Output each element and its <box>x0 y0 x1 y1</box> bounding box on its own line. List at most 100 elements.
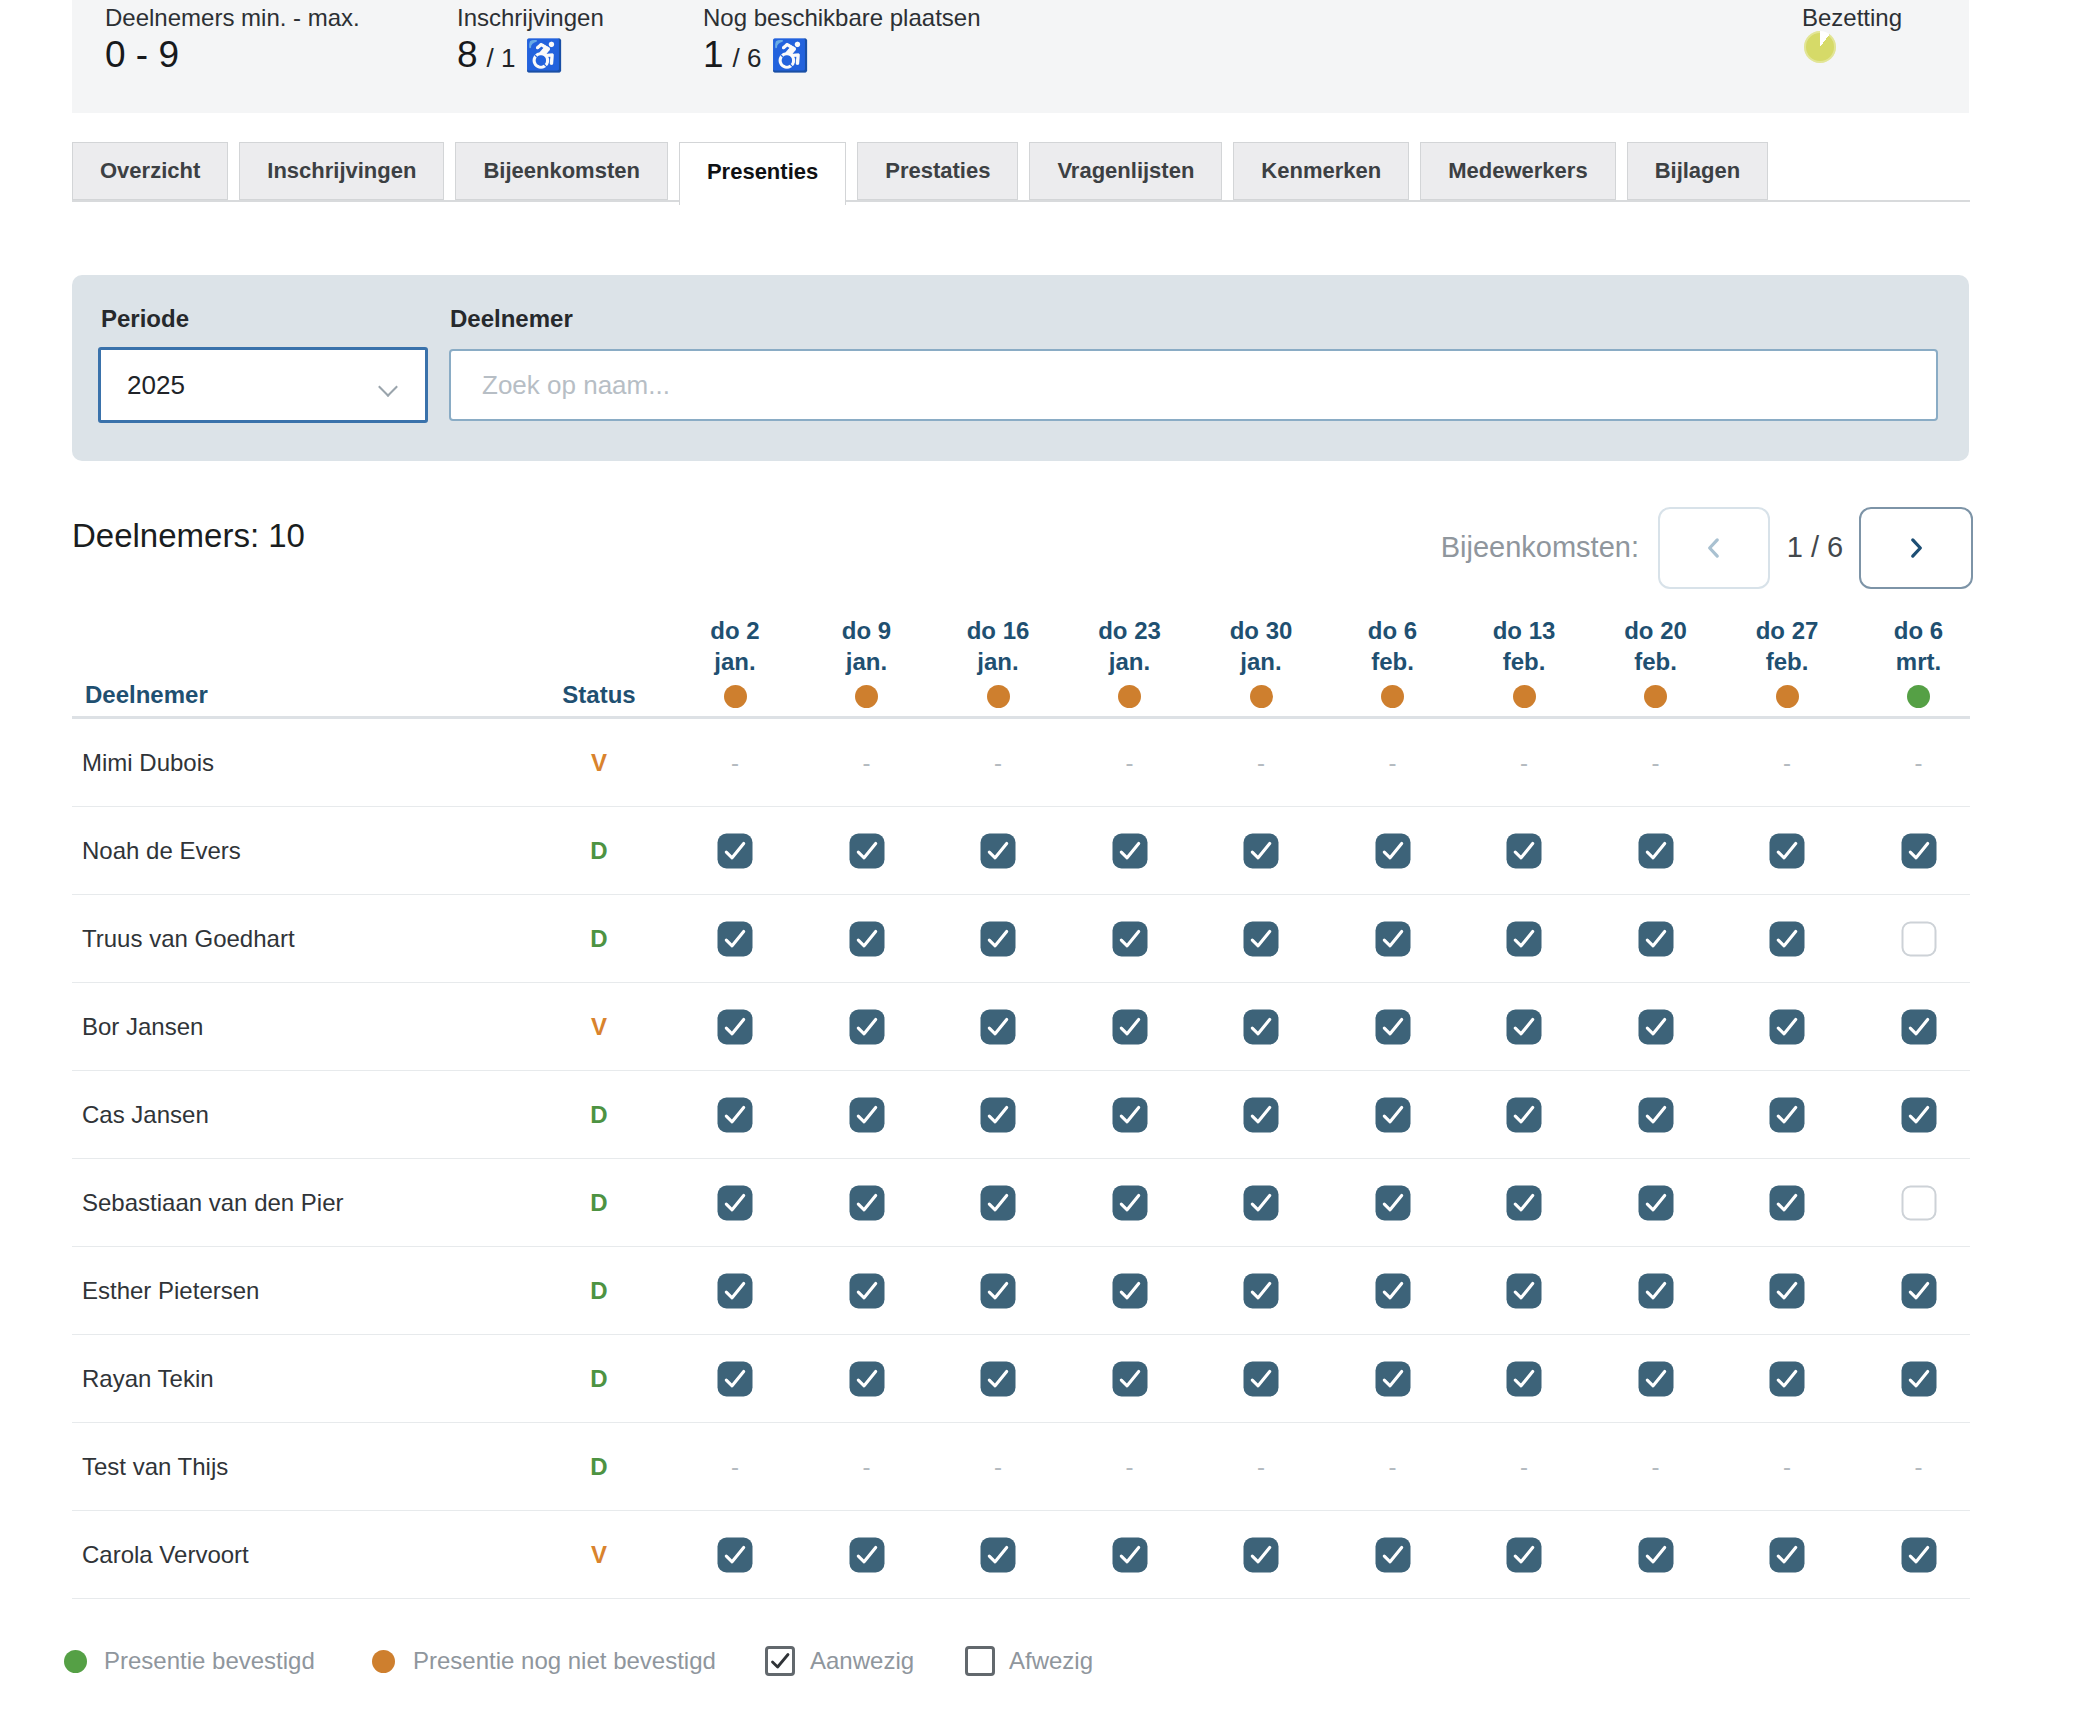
attendance-checkbox-checked[interactable] <box>849 1361 884 1396</box>
attendance-checkbox-checked[interactable] <box>1375 1185 1410 1220</box>
attendance-checkbox-checked[interactable] <box>718 833 753 868</box>
attendance-checkbox-checked[interactable] <box>981 1537 1016 1572</box>
attendance-checkbox-checked[interactable] <box>1244 1273 1279 1308</box>
attendance-checkbox-checked[interactable] <box>718 1097 753 1132</box>
tab-vragenlijsten[interactable]: Vragenlijsten <box>1029 142 1222 200</box>
attendance-checkbox-unchecked[interactable] <box>1901 921 1936 956</box>
attendance-checkbox-checked[interactable] <box>1375 1537 1410 1572</box>
next-page-button[interactable] <box>1859 507 1973 589</box>
attendance-checkbox-checked[interactable] <box>1770 1009 1805 1044</box>
attendance-checkbox-checked[interactable] <box>849 1009 884 1044</box>
attendance-checkbox-checked[interactable] <box>1375 1273 1410 1308</box>
attendance-checkbox-checked[interactable] <box>1244 1009 1279 1044</box>
attendance-checkbox-checked[interactable] <box>849 833 884 868</box>
attendance-checkbox-checked[interactable] <box>1770 1537 1805 1572</box>
check-icon <box>1773 1100 1802 1129</box>
attendance-checkbox-checked[interactable] <box>1375 1361 1410 1396</box>
tab-bijlagen[interactable]: Bijlagen <box>1627 142 1769 200</box>
attendance-checkbox-checked[interactable] <box>1507 833 1542 868</box>
periode-select[interactable]: 2025 <box>98 347 428 423</box>
attendance-checkbox-checked[interactable] <box>1638 1185 1673 1220</box>
attendance-checkbox-checked[interactable] <box>849 1537 884 1572</box>
attendance-checkbox-checked[interactable] <box>718 1273 753 1308</box>
attendance-checkbox-checked[interactable] <box>1112 1537 1147 1572</box>
attendance-checkbox-checked[interactable] <box>718 1009 753 1044</box>
attendance-checkbox-checked[interactable] <box>1375 1097 1410 1132</box>
attendance-checkbox-checked[interactable] <box>1507 1361 1542 1396</box>
attendance-checkbox-checked[interactable] <box>1638 833 1673 868</box>
attendance-checkbox-checked[interactable] <box>1770 833 1805 868</box>
attendance-checkbox-checked[interactable] <box>1638 1097 1673 1132</box>
attendance-checkbox-checked[interactable] <box>718 1185 753 1220</box>
check-icon <box>1247 1100 1276 1129</box>
tab-prestaties[interactable]: Prestaties <box>857 142 1018 200</box>
attendance-checkbox-checked[interactable] <box>981 1361 1016 1396</box>
attendance-checkbox-checked[interactable] <box>849 1273 884 1308</box>
tab-kenmerken[interactable]: Kenmerken <box>1233 142 1409 200</box>
attendance-checkbox-checked[interactable] <box>981 921 1016 956</box>
attendance-checkbox-checked[interactable] <box>1375 921 1410 956</box>
attendance-checkbox-checked[interactable] <box>1901 1537 1936 1572</box>
attendance-checkbox-checked[interactable] <box>981 1185 1016 1220</box>
attendance-checkbox-checked[interactable] <box>1244 921 1279 956</box>
attendance-checkbox-checked[interactable] <box>981 1097 1016 1132</box>
attendance-checkbox-unchecked[interactable] <box>1901 1185 1936 1220</box>
attendance-checkbox-checked[interactable] <box>1901 1009 1936 1044</box>
attendance-checkbox-checked[interactable] <box>1112 1273 1147 1308</box>
tab-bijeenkomsten[interactable]: Bijeenkomsten <box>455 142 668 200</box>
attendance-checkbox-checked[interactable] <box>1638 921 1673 956</box>
attendance-checkbox-checked[interactable] <box>1770 1097 1805 1132</box>
attendance-checkbox-checked[interactable] <box>1507 1009 1542 1044</box>
attendance-checkbox-checked[interactable] <box>1112 1009 1147 1044</box>
attendance-checkbox-checked[interactable] <box>1770 1185 1805 1220</box>
attendance-checkbox-checked[interactable] <box>1244 833 1279 868</box>
tab-presenties[interactable]: Presenties <box>679 142 846 205</box>
attendance-not-applicable: - <box>1915 749 1923 776</box>
prev-page-button[interactable] <box>1658 507 1770 589</box>
meeting-month: jan. <box>1196 646 1326 677</box>
attendance-checkbox-checked[interactable] <box>1507 1097 1542 1132</box>
attendance-checkbox-checked[interactable] <box>1507 1537 1542 1572</box>
attendance-checkbox-checked[interactable] <box>718 1361 753 1396</box>
attendance-checkbox-checked[interactable] <box>1244 1537 1279 1572</box>
tab-bar: OverzichtInschrijvingenBijeenkomstenPres… <box>72 142 1768 205</box>
attendance-checkbox-checked[interactable] <box>1507 921 1542 956</box>
attendance-checkbox-checked[interactable] <box>1638 1009 1673 1044</box>
attendance-checkbox-checked[interactable] <box>981 1273 1016 1308</box>
meeting-column-header: do 16jan. <box>933 615 1063 708</box>
attendance-checkbox-checked[interactable] <box>1244 1097 1279 1132</box>
attendance-checkbox-checked[interactable] <box>1112 921 1147 956</box>
attendance-checkbox-checked[interactable] <box>1901 1097 1936 1132</box>
attendance-checkbox-checked[interactable] <box>1638 1361 1673 1396</box>
attendance-checkbox-checked[interactable] <box>981 1009 1016 1044</box>
tab-medewerkers[interactable]: Medewerkers <box>1420 142 1615 200</box>
attendance-checkbox-checked[interactable] <box>1638 1537 1673 1572</box>
search-input[interactable] <box>449 349 1938 421</box>
attendance-checkbox-checked[interactable] <box>1375 1009 1410 1044</box>
attendance-checkbox-checked[interactable] <box>849 921 884 956</box>
tab-overzicht[interactable]: Overzicht <box>72 142 228 200</box>
attendance-checkbox-checked[interactable] <box>1244 1361 1279 1396</box>
meeting-unconfirmed-dot <box>1776 685 1799 708</box>
attendance-checkbox-checked[interactable] <box>1901 1273 1936 1308</box>
attendance-checkbox-checked[interactable] <box>1507 1185 1542 1220</box>
attendance-checkbox-checked[interactable] <box>1638 1273 1673 1308</box>
attendance-checkbox-checked[interactable] <box>1244 1185 1279 1220</box>
attendance-checkbox-checked[interactable] <box>981 833 1016 868</box>
attendance-checkbox-checked[interactable] <box>1770 921 1805 956</box>
attendance-checkbox-checked[interactable] <box>1112 1185 1147 1220</box>
attendance-checkbox-checked[interactable] <box>1112 1097 1147 1132</box>
attendance-checkbox-checked[interactable] <box>849 1097 884 1132</box>
attendance-checkbox-checked[interactable] <box>849 1185 884 1220</box>
attendance-checkbox-checked[interactable] <box>1770 1273 1805 1308</box>
tab-inschrijvingen[interactable]: Inschrijvingen <box>239 142 444 200</box>
attendance-checkbox-checked[interactable] <box>718 1537 753 1572</box>
attendance-checkbox-checked[interactable] <box>1770 1361 1805 1396</box>
attendance-checkbox-checked[interactable] <box>1112 1361 1147 1396</box>
attendance-checkbox-checked[interactable] <box>1507 1273 1542 1308</box>
attendance-checkbox-checked[interactable] <box>1901 833 1936 868</box>
attendance-checkbox-checked[interactable] <box>1112 833 1147 868</box>
attendance-checkbox-checked[interactable] <box>1901 1361 1936 1396</box>
attendance-checkbox-checked[interactable] <box>718 921 753 956</box>
attendance-checkbox-checked[interactable] <box>1375 833 1410 868</box>
